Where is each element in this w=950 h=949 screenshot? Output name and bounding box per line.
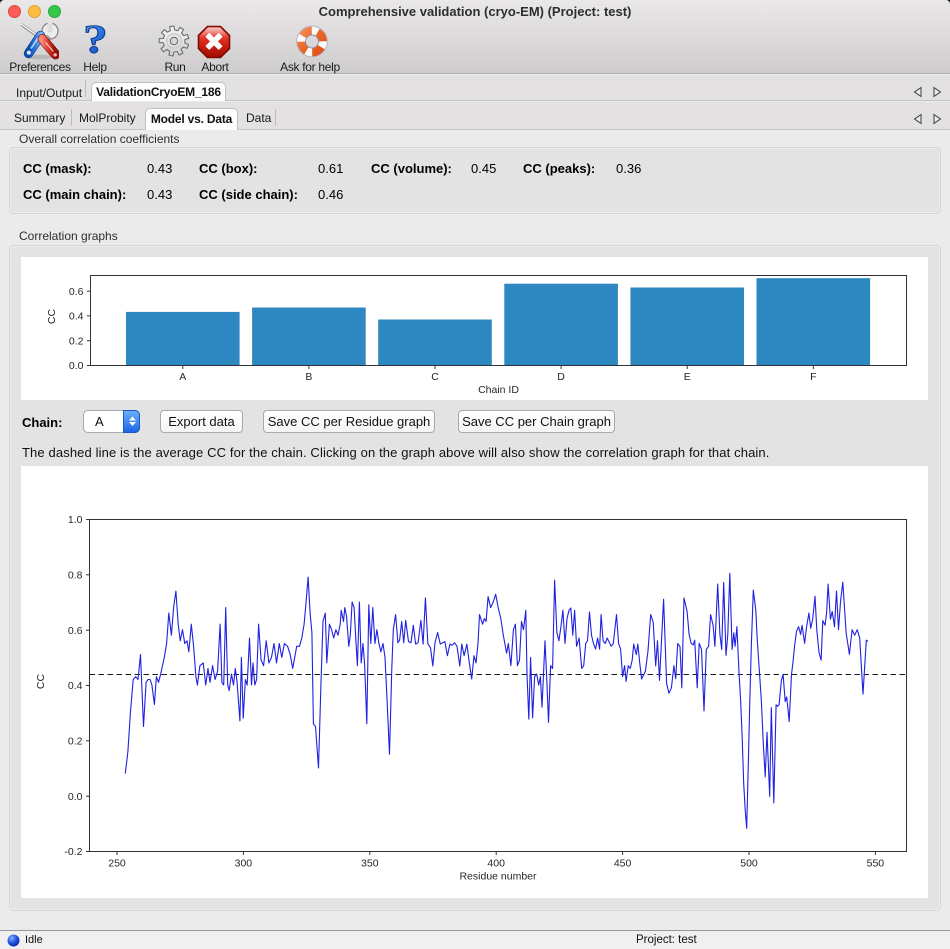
svg-text:300: 300 [235,858,253,870]
svg-text:250: 250 [108,858,126,870]
svg-text:0.6: 0.6 [69,286,84,298]
svg-text:Chain ID: Chain ID [478,384,519,396]
svg-text:350: 350 [361,858,379,870]
svg-text:-0.2: -0.2 [64,846,82,858]
svg-text:450: 450 [614,858,632,870]
svg-text:500: 500 [740,858,758,870]
svg-text:F: F [810,371,816,383]
svg-text:B: B [305,371,312,383]
svg-text:CC: CC [46,309,58,325]
svg-text:1.0: 1.0 [68,514,83,526]
svg-text:0.6: 0.6 [68,625,83,637]
svg-text:Residue number: Residue number [459,871,537,883]
svg-text:0.8: 0.8 [68,570,83,582]
svg-text:0.4: 0.4 [69,311,84,323]
svg-text:A: A [179,371,186,383]
svg-text:400: 400 [487,858,505,870]
svg-text:0.0: 0.0 [69,360,84,372]
svg-text:D: D [557,371,565,383]
svg-text:?: ? [83,23,107,59]
svg-text:0.0: 0.0 [68,791,83,803]
svg-text:C: C [431,371,439,383]
svg-text:E: E [684,371,691,383]
svg-text:550: 550 [867,858,885,870]
svg-text:0.4: 0.4 [68,680,83,692]
svg-text:0.2: 0.2 [69,335,84,347]
svg-text:CC: CC [35,674,47,690]
svg-text:0.2: 0.2 [68,736,83,748]
